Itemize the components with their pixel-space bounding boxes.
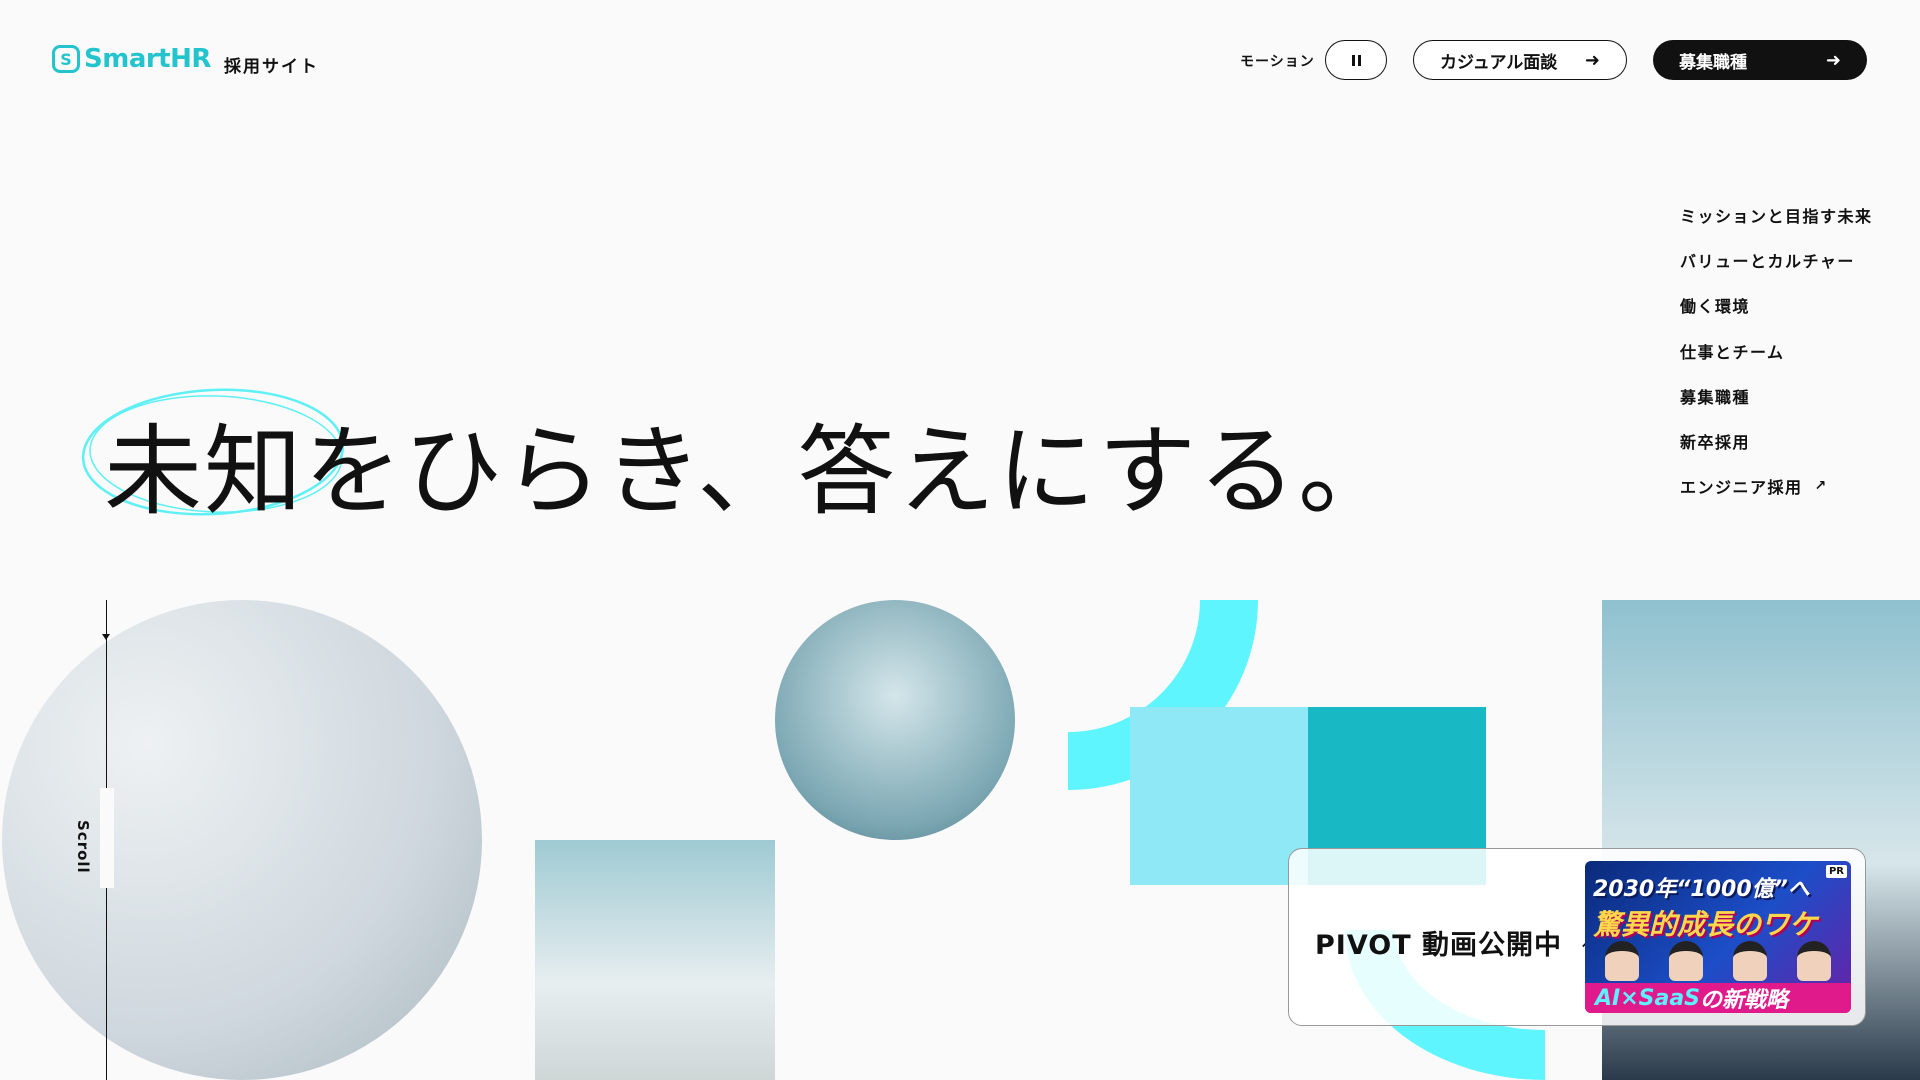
motion-pause-button[interactable] bbox=[1325, 40, 1387, 80]
nav-item-mission[interactable]: ミッションと目指す未来 bbox=[1680, 192, 1873, 237]
scroll-line-gap bbox=[100, 788, 114, 888]
nav-item-environment[interactable]: 働く環境 bbox=[1680, 283, 1873, 328]
pivot-video-card[interactable]: PIVOT 動画公開中 ↗ PR 2030年“1000億”へ 驚異的成長のワケ … bbox=[1288, 848, 1866, 1026]
pause-icon bbox=[1357, 54, 1361, 66]
thumbnail-person bbox=[1797, 941, 1831, 981]
pause-icon bbox=[1351, 54, 1355, 66]
nav-label: 募集職種 bbox=[1680, 387, 1751, 407]
nav-item-engineer[interactable]: エンジニア採用 ↗ bbox=[1680, 464, 1873, 509]
site-label: 採用サイト bbox=[224, 57, 319, 77]
motion-label: モーション bbox=[1240, 54, 1315, 70]
nav-item-jobs[interactable]: 募集職種 bbox=[1680, 373, 1873, 418]
nav-label: 仕事とチーム bbox=[1680, 342, 1785, 362]
arrow-right-icon: ➜ bbox=[1584, 49, 1600, 71]
job-openings-button[interactable]: 募集職種 ➜ bbox=[1653, 40, 1867, 80]
pr-badge: PR bbox=[1825, 865, 1847, 878]
casual-interview-button[interactable]: カジュアル面談 ➜ bbox=[1413, 40, 1627, 80]
job-openings-label: 募集職種 bbox=[1679, 52, 1747, 73]
thumbnail-people bbox=[1605, 941, 1831, 983]
thumbnail-strategy: の新戦略 bbox=[1700, 988, 1789, 1013]
thumbnail-line-1: 2030年“1000億”へ bbox=[1593, 877, 1810, 902]
hero-headline: 未知をひらき、答えにする。 bbox=[104, 415, 1399, 529]
scroll-label: Scroll bbox=[74, 820, 92, 874]
nav-label: エンジニア採用 bbox=[1680, 478, 1803, 498]
external-link-icon: ↗ bbox=[1814, 478, 1828, 495]
smarthr-logo[interactable]: S SmartHR bbox=[52, 44, 211, 74]
scroll-down-icon bbox=[102, 634, 110, 640]
pivot-label: PIVOT 動画公開中 ↗ bbox=[1315, 923, 1594, 962]
thumbnail-line-3: AI×SaaS の新戦略 bbox=[1585, 983, 1851, 1013]
side-navigation: ミッションと目指す未来 バリューとカルチャー 働く環境 仕事とチーム 募集職種 … bbox=[1680, 192, 1873, 509]
thumbnail-person bbox=[1733, 941, 1767, 981]
thumbnail-person bbox=[1605, 941, 1639, 981]
nav-label: 働く環境 bbox=[1680, 297, 1751, 317]
thumbnail-person bbox=[1669, 941, 1703, 981]
employee-photo-man-smiling bbox=[535, 840, 775, 1080]
nav-label: 新卒採用 bbox=[1680, 433, 1751, 453]
site-header: S SmartHR 採用サイト モーション カジュアル面談 ➜ 募集職種 ➜ bbox=[0, 0, 1920, 120]
arrow-right-icon: ➜ bbox=[1825, 49, 1841, 71]
nav-item-new-grad[interactable]: 新卒採用 bbox=[1680, 418, 1873, 463]
pivot-label-text: PIVOT 動画公開中 bbox=[1315, 930, 1563, 961]
casual-interview-label: カジュアル面談 bbox=[1440, 52, 1558, 73]
nav-label: バリューとカルチャー bbox=[1680, 251, 1855, 271]
light-square-shape bbox=[1130, 707, 1308, 885]
nav-label: ミッションと目指す未来 bbox=[1680, 206, 1873, 226]
nav-item-work-team[interactable]: 仕事とチーム bbox=[1680, 328, 1873, 373]
thumbnail-ai-saas: AI×SaaS bbox=[1595, 985, 1701, 1011]
logo-icon: S bbox=[52, 45, 80, 73]
logo-text: SmartHR bbox=[84, 44, 211, 74]
employee-photo-woman-short-hair bbox=[775, 600, 1015, 840]
pivot-video-thumbnail[interactable]: PR 2030年“1000億”へ 驚異的成長のワケ AI×SaaS の新戦略 bbox=[1585, 861, 1851, 1013]
thumbnail-line-2: 驚異的成長のワケ bbox=[1593, 908, 1818, 941]
nav-item-values[interactable]: バリューとカルチャー bbox=[1680, 237, 1873, 282]
